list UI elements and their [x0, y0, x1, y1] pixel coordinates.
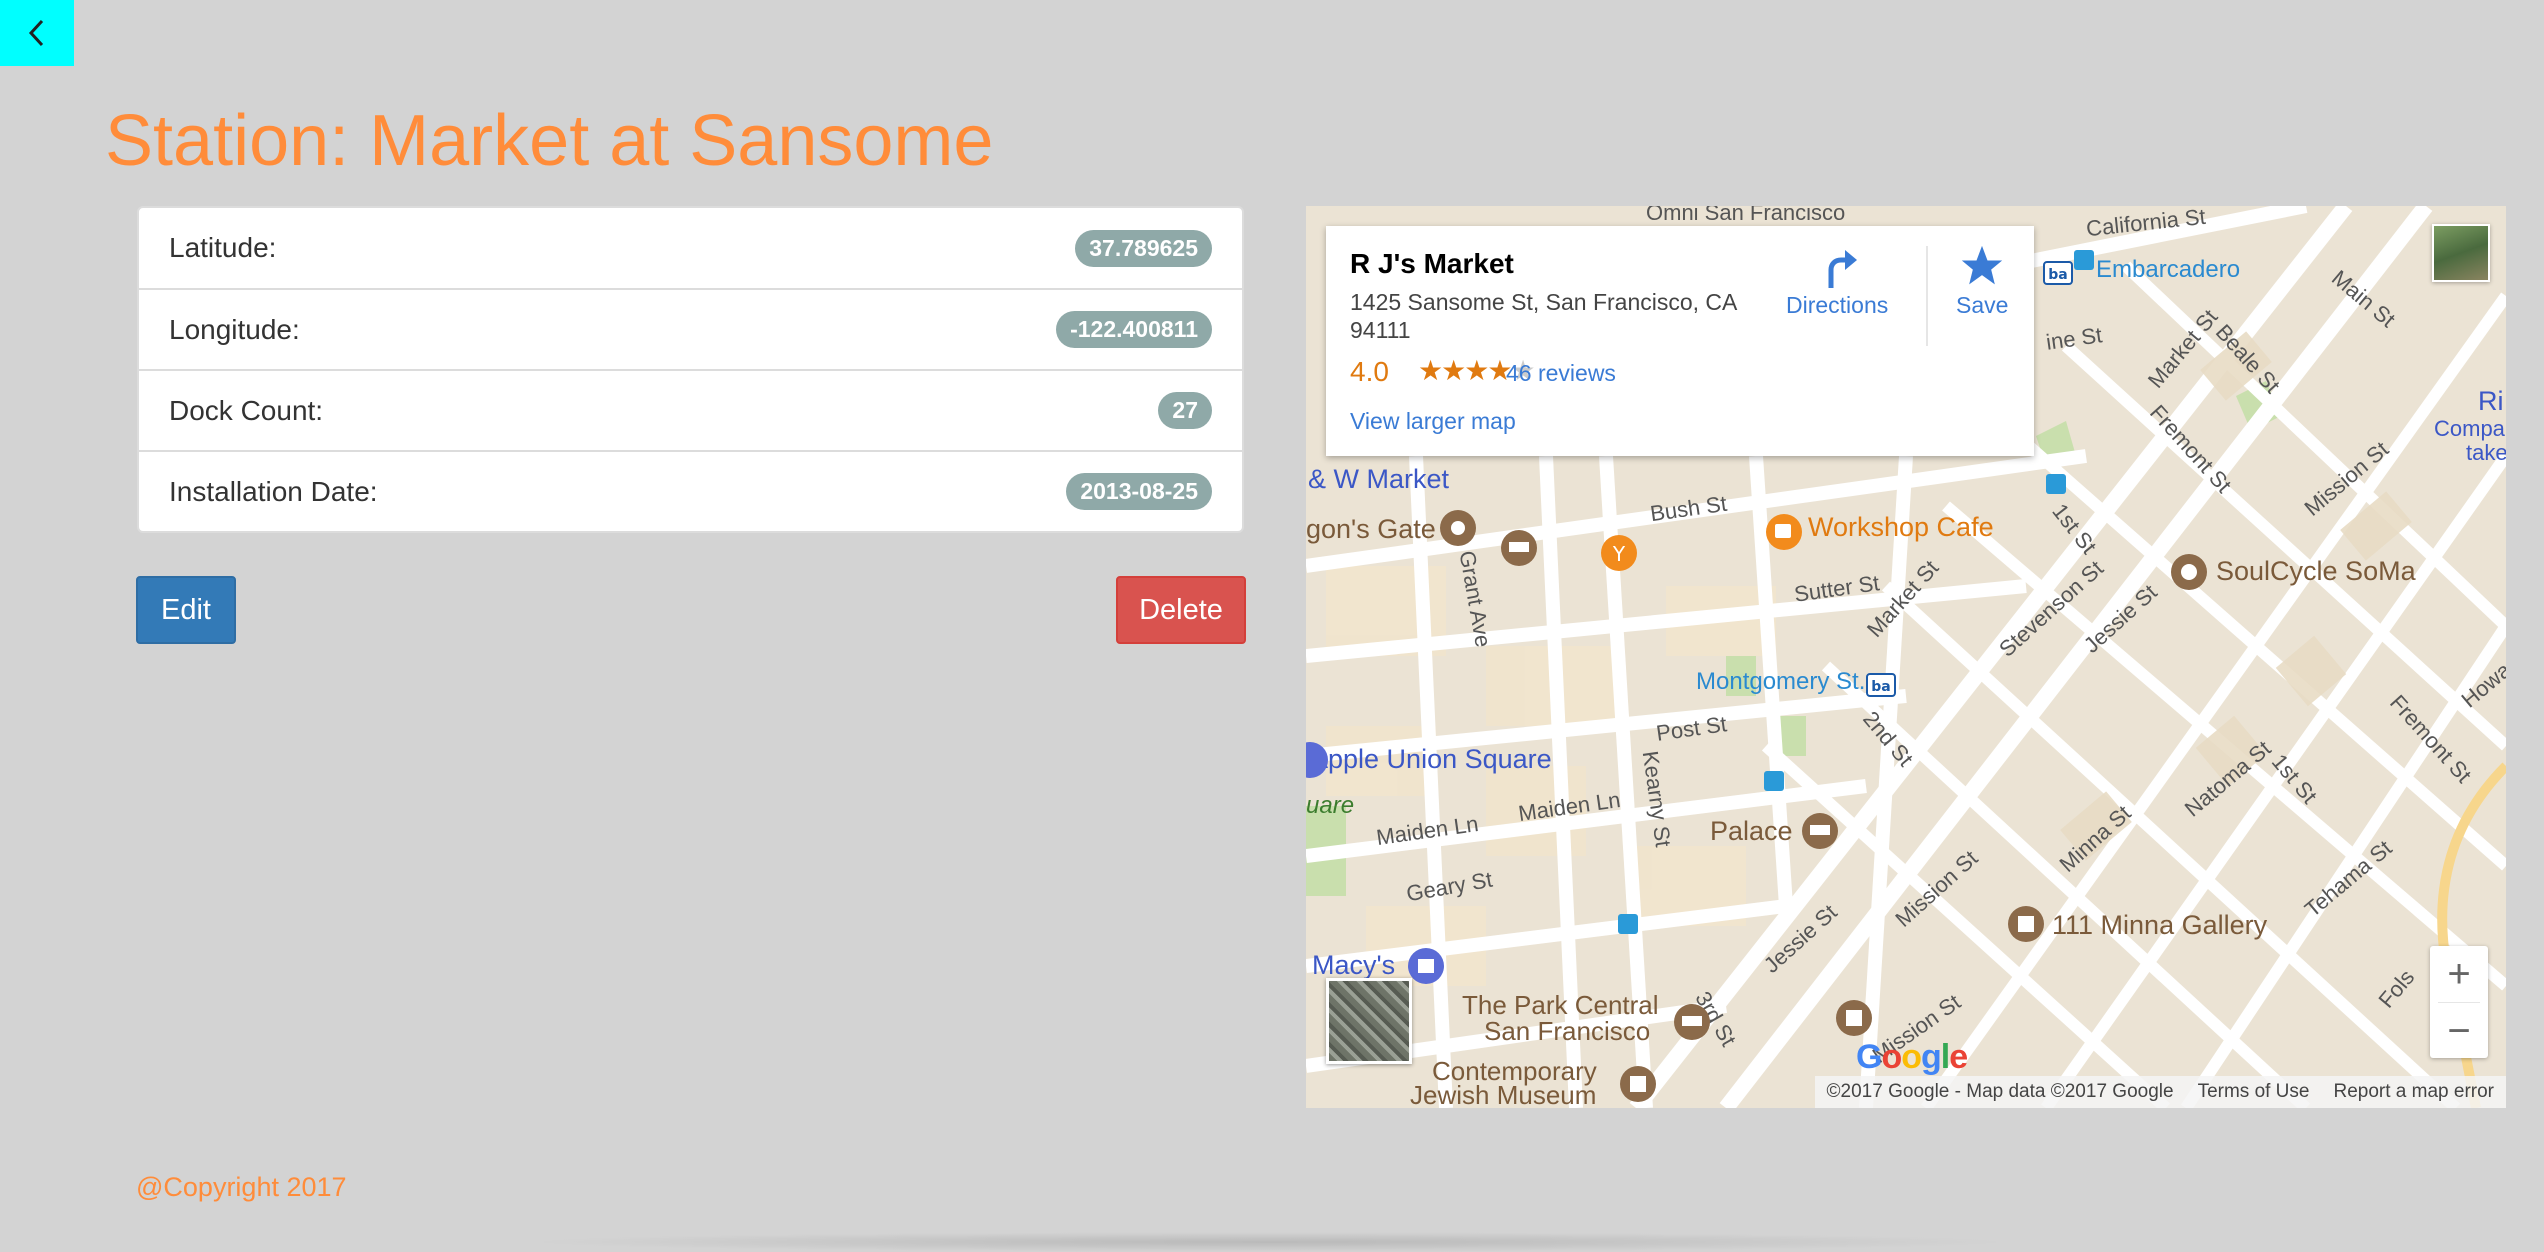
shopping-marker-icon: [1306, 742, 1328, 778]
detail-label: Dock Count:: [169, 394, 324, 426]
chevron-left-icon: [28, 19, 44, 47]
museum-marker-icon: [1620, 1066, 1656, 1102]
reviews-link[interactable]: 46 reviews: [1506, 360, 1616, 387]
save-button[interactable]: Save: [1956, 244, 2008, 319]
map-attribution: ©2017 Google - Map data ©2017 Google Ter…: [1814, 1076, 2506, 1108]
google-logo: Google: [1856, 1038, 1968, 1076]
divider: [1926, 246, 1928, 346]
zoom-control: + −: [2430, 946, 2488, 1058]
place-info-card: R J's Market 1425 Sansome St, San Franci…: [1326, 226, 2034, 456]
svg-text:ba: ba: [2048, 267, 2067, 283]
save-label: Save: [1956, 292, 2009, 318]
bottom-shadow: [520, 1232, 2020, 1252]
star-icon: ★: [1441, 355, 1466, 386]
back-button[interactable]: [0, 0, 74, 66]
place-rating: 4.0: [1350, 356, 1389, 387]
report-error-link[interactable]: Report a map error: [2321, 1081, 2506, 1103]
detail-label: Latitude:: [169, 232, 277, 263]
cafe-marker-icon: [1766, 514, 1802, 550]
camera-marker-icon: [1440, 510, 1476, 546]
street-view-thumbnail[interactable]: [2432, 224, 2490, 282]
directions-icon: [1828, 250, 1858, 288]
satellite-toggle[interactable]: [1326, 978, 1412, 1064]
footer-copyright: @Copyright 2017: [136, 1172, 347, 1202]
delete-button[interactable]: Delete: [1116, 576, 1246, 644]
detail-row-latitude: Latitude: 37.789625: [139, 208, 1242, 288]
bike-marker-icon: [1618, 914, 1638, 934]
view-larger-map-link[interactable]: View larger map: [1350, 408, 1516, 435]
zoom-out-button[interactable]: −: [2430, 1003, 2488, 1059]
svg-text:ba: ba: [1871, 679, 1890, 695]
directions-button[interactable]: Directions: [1786, 244, 1888, 319]
hotel-marker-icon: [1802, 813, 1838, 849]
station-details-panel: Latitude: 37.789625 Longitude: -122.4008…: [137, 206, 1244, 533]
bike-marker-icon: [2046, 474, 2066, 494]
svg-text:Y: Y: [1612, 542, 1626, 566]
hotel-marker-icon: [1501, 530, 1537, 566]
place-name: R J's Market: [1350, 248, 1514, 279]
transit-marker-icon: ba: [2043, 261, 2073, 285]
detail-label: Longitude:: [169, 313, 300, 345]
museum-marker-icon: [2008, 906, 2044, 942]
place-address: 1425 Sansome St, San Francisco, CA 94111: [1350, 289, 1737, 343]
map-copyright: ©2017 Google - Map data ©2017 Google: [1826, 1081, 2174, 1102]
detail-badge: 27: [1158, 392, 1212, 429]
zoom-in-button[interactable]: +: [2430, 946, 2488, 1002]
museum-marker-icon: [1836, 1000, 1872, 1036]
circle-marker-icon: [2171, 554, 2207, 590]
page-title: Station: Market at Sansome: [105, 101, 994, 181]
star-icon: [1962, 245, 2003, 285]
bar-marker-icon: Y: [1601, 535, 1637, 571]
shopping-marker-icon: [1408, 948, 1444, 984]
detail-row-longitude: Longitude: -122.400811: [139, 288, 1242, 369]
hotel-marker-icon: [1674, 1004, 1710, 1040]
edit-button[interactable]: Edit: [136, 576, 236, 644]
bike-marker-icon: [1764, 771, 1784, 791]
detail-row-dock-count: Dock Count: 27: [139, 369, 1242, 450]
transit-marker-icon: ba: [1866, 673, 1896, 697]
terms-link[interactable]: Terms of Use: [2186, 1081, 2322, 1103]
detail-badge: 2013-08-25: [1066, 473, 1212, 510]
detail-label: Installation Date:: [169, 475, 378, 507]
detail-badge: -122.400811: [1056, 311, 1212, 348]
detail-row-installation-date: Installation Date: 2013-08-25: [139, 450, 1242, 531]
map-embed[interactable]: Omni San Francisco California St Embarca…: [1306, 206, 2506, 1108]
star-icon: ★: [1418, 355, 1443, 386]
star-icon: ★: [1464, 355, 1489, 386]
directions-label: Directions: [1786, 292, 1889, 318]
bike-marker-icon: [2074, 250, 2094, 270]
detail-badge: 37.789625: [1075, 229, 1212, 267]
